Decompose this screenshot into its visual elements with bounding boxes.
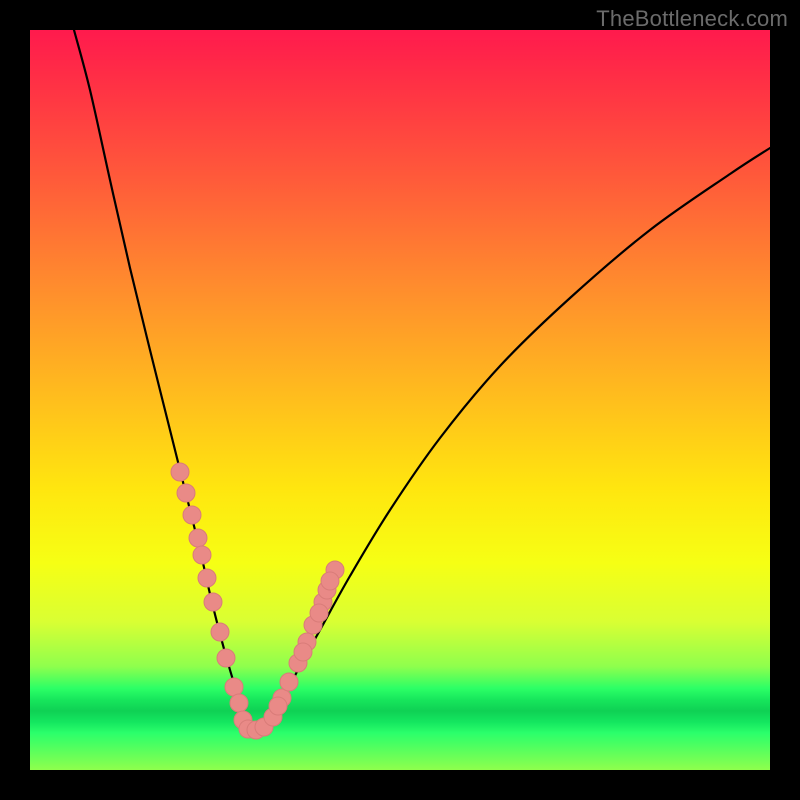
marker-point (193, 546, 211, 564)
chart-frame: TheBottleneck.com (0, 0, 800, 800)
marker-point (294, 643, 312, 661)
marker-point (280, 673, 298, 691)
marker-point (198, 569, 216, 587)
curve-layer (30, 30, 770, 770)
marker-point (217, 649, 235, 667)
marker-point (189, 529, 207, 547)
marker-point (204, 593, 222, 611)
marker-point (225, 678, 243, 696)
marker-point (171, 463, 189, 481)
bottleneck-curve (74, 30, 770, 730)
marker-point (230, 694, 248, 712)
marker-point (310, 604, 328, 622)
marker-point (211, 623, 229, 641)
marker-group (171, 463, 344, 739)
marker-point (269, 697, 287, 715)
marker-point (177, 484, 195, 502)
marker-point (183, 506, 201, 524)
plot-area (30, 30, 770, 770)
watermark-text: TheBottleneck.com (596, 6, 788, 32)
marker-point (321, 572, 339, 590)
